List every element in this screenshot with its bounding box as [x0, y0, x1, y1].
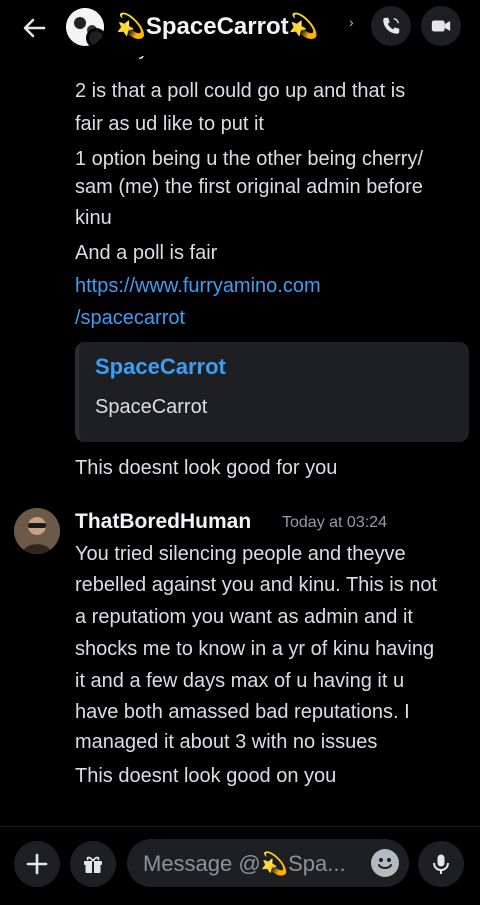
message-line: shocks me to know in a yr of kinu having [75, 638, 435, 660]
message-link[interactable]: https://www.furryamino.com [75, 270, 321, 302]
chat-header: 💫SpaceCarrot💫 › [0, 0, 480, 56]
video-camera-icon [431, 20, 451, 32]
call-button[interactable] [371, 6, 411, 46]
channel-title[interactable]: 💫SpaceCarrot💫 [116, 12, 319, 41]
message-line: And a poll is fair [75, 242, 218, 264]
message-line: a reputatiom you want as admin and it [75, 606, 413, 628]
message-input[interactable]: Message @💫Spa... [127, 839, 409, 887]
message-line: You tried silencing people and theyve [75, 543, 406, 565]
message-line: rebelled against you and kinu. This is n… [75, 574, 438, 596]
gift-button[interactable] [70, 841, 116, 887]
message-line: have both amassed bad reputations. I [75, 701, 410, 723]
arrow-left-icon[interactable] [18, 12, 50, 44]
emoji-icon[interactable] [371, 849, 399, 877]
message-line: This doesnt look good on you [75, 765, 337, 787]
message-line: sam (me) the first original admin before [75, 176, 423, 198]
message-line: This doesnt look good for you [75, 457, 338, 479]
message-line: fair as ud like to put it [75, 113, 264, 135]
message-timestamp: Today at 03:24 [282, 514, 387, 531]
gift-icon [84, 856, 102, 873]
embed-description: SpaceCarrot [95, 396, 208, 418]
phone-icon [383, 17, 400, 34]
message-placeholder: Message @💫Spa... [143, 851, 346, 876]
microphone-icon [433, 854, 449, 874]
message-composer: Message @💫Spa... [0, 826, 480, 905]
voice-message-button[interactable] [418, 841, 464, 887]
author-name[interactable]: ThatBoredHuman [75, 510, 251, 534]
message-line: kinu [75, 207, 112, 229]
avatar-image [14, 508, 60, 554]
video-button[interactable] [421, 6, 461, 46]
chevron-right-icon[interactable]: › [349, 14, 354, 30]
channel-avatar[interactable] [66, 8, 104, 46]
add-attachment-button[interactable] [14, 841, 60, 887]
message-line: managed it about 3 with no issues [75, 731, 378, 753]
user-avatar[interactable] [14, 508, 60, 554]
message-line: 2 is that a poll could go up and that is [75, 80, 406, 102]
message-list[interactable]: insanely bad on u as admin 2 is that a p… [0, 38, 480, 826]
message-link[interactable]: /spacecarrot [75, 302, 185, 334]
plus-icon [26, 853, 48, 875]
embed-title[interactable]: SpaceCarrot [95, 354, 226, 380]
message-line: it and a few days max of u having it u [75, 670, 405, 692]
link-embed[interactable]: SpaceCarrot SpaceCarrot [75, 342, 469, 442]
status-dot [86, 28, 104, 46]
emoji-face [378, 858, 392, 869]
